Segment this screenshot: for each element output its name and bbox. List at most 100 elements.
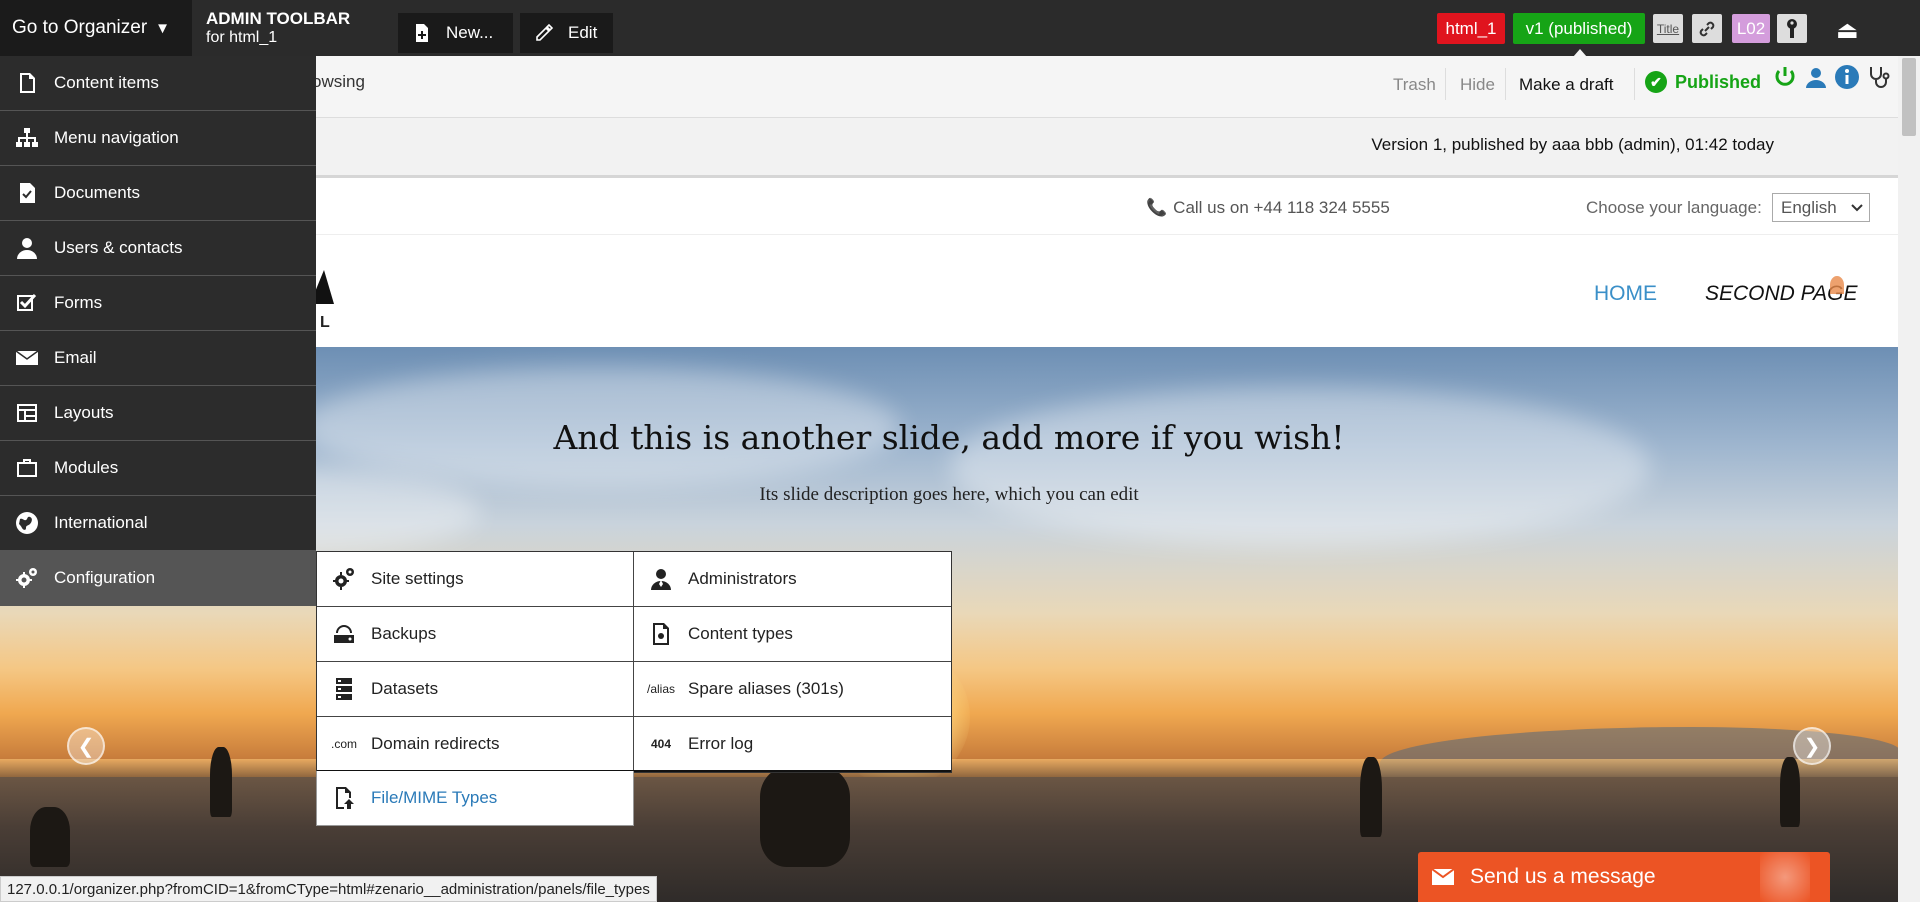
new-document-icon <box>416 24 428 42</box>
send-message-button[interactable]: Send us a message <box>1418 852 1830 902</box>
info-icon[interactable] <box>1834 64 1860 90</box>
send-message-label: Send us a message <box>1470 865 1656 888</box>
button-glow <box>1760 852 1810 902</box>
submenu-spare-aliases[interactable]: /alias Spare aliases (301s) <box>634 662 951 716</box>
content-type-icon <box>653 623 669 645</box>
domain-icon: .com <box>330 736 357 751</box>
key-button[interactable] <box>1777 14 1807 43</box>
submenu-administrators[interactable]: Administrators <box>634 552 951 606</box>
submenu-file-mime-types[interactable]: File/MIME Types <box>316 771 634 826</box>
menu-item-label: Forms <box>54 293 103 312</box>
make-draft-button[interactable]: Make a draft <box>1519 75 1614 95</box>
pencil-icon <box>536 23 554 41</box>
person-silhouette <box>30 807 70 867</box>
submenu-backups[interactable]: Backups <box>317 607 634 661</box>
menu-item-label: Configuration <box>54 568 156 587</box>
version-status-tag[interactable]: v1 (published) <box>1513 13 1645 44</box>
slide-next-button[interactable]: ❯ <box>1793 727 1831 765</box>
menu-item-configuration[interactable]: Configuration <box>0 551 316 606</box>
menu-item-label: Users & contacts <box>54 238 183 257</box>
menu-item-label: Menu navigation <box>54 128 179 147</box>
menu-item-international[interactable]: International <box>0 496 316 551</box>
menu-item-label: Modules <box>54 458 119 477</box>
version-info: Version 1, published by aaa bbb (admin),… <box>1371 135 1774 154</box>
menu-item-modules[interactable]: Modules <box>0 441 316 496</box>
call-us-info: 📞 Call us on +44 118 324 5555 <box>1146 198 1390 218</box>
menu-item-documents[interactable]: Documents <box>0 166 316 221</box>
title-button[interactable]: Title <box>1653 14 1683 43</box>
submenu-site-settings[interactable]: Site settings <box>317 552 634 606</box>
site-logo-letter: L <box>320 314 330 331</box>
submenu-error-log[interactable]: 404 Error log <box>634 717 951 770</box>
dropdown-arrow-icon: ▼ <box>155 19 171 37</box>
content-item-tag[interactable]: html_1 <box>1437 13 1505 44</box>
nav-home-link[interactable]: HOME <box>1594 282 1657 306</box>
submenu-label: Site settings <box>371 569 464 588</box>
key-icon <box>1787 18 1797 38</box>
error-404-icon: 404 <box>650 736 672 751</box>
gears-icon <box>16 568 37 588</box>
edit-button[interactable]: Edit <box>520 13 613 53</box>
menu-item-email[interactable]: Email <box>0 331 316 386</box>
stethoscope-icon[interactable] <box>1866 64 1892 90</box>
edit-marker-icon <box>1830 276 1844 294</box>
layout-tag[interactable]: L02 <box>1732 14 1770 43</box>
gears-icon <box>333 568 354 590</box>
skater-silhouette <box>760 767 850 867</box>
submenu-row: Datasets /alias Spare aliases (301s) <box>317 662 951 717</box>
published-label: Published <box>1675 71 1762 92</box>
power-icon[interactable] <box>1772 64 1798 90</box>
divider <box>1634 68 1635 100</box>
link-icon <box>1699 21 1715 36</box>
person-silhouette <box>1780 757 1800 827</box>
submenu-label: Content types <box>688 624 793 643</box>
configuration-submenu: Site settings Administrators Backups Con… <box>316 551 952 773</box>
sitemap-icon <box>16 128 38 147</box>
submenu-label: Backups <box>371 624 437 643</box>
menu-item-label: Email <box>54 348 97 367</box>
submenu-label: Spare aliases (301s) <box>688 679 844 698</box>
scrollbar-thumb[interactable] <box>1902 58 1916 136</box>
submenu-row: Backups Content types <box>317 607 951 662</box>
status-bar-url: 127.0.0.1/organizer.php?fromCID=1&fromCT… <box>0 876 657 902</box>
file-upload-icon <box>336 787 354 809</box>
submenu-content-types[interactable]: Content types <box>634 607 951 661</box>
language-value: English <box>1781 197 1837 217</box>
cloud <box>950 387 1650 547</box>
divider <box>1445 68 1446 100</box>
call-us-text: Call us on +44 118 324 5555 <box>1173 198 1390 217</box>
go-to-organizer-label: Go to Organizer <box>12 17 148 38</box>
organizer-menu: Content items Menu navigation Documents … <box>0 56 316 606</box>
new-label: New... <box>446 23 494 42</box>
menu-item-label: International <box>54 513 148 532</box>
menu-item-forms[interactable]: Forms <box>0 276 316 331</box>
language-select[interactable]: English <box>1772 193 1870 222</box>
vertical-scrollbar[interactable] <box>1898 56 1920 902</box>
administrator-icon <box>651 569 671 590</box>
link-button[interactable] <box>1692 14 1722 43</box>
user-permissions-icon[interactable] <box>1803 64 1829 90</box>
submenu-row: .com Domain redirects 404 Error log <box>317 717 951 772</box>
submenu-row: Site settings Administrators <box>317 552 951 607</box>
browsing-tab-label[interactable]: owsing <box>312 72 365 92</box>
go-to-organizer-button[interactable]: Go to Organizer ▼ <box>0 0 192 56</box>
checkbox-icon <box>17 293 37 311</box>
menu-item-label: Content items <box>54 73 159 92</box>
backup-drive-icon <box>334 625 354 643</box>
submenu-domain-redirects[interactable]: .com Domain redirects <box>317 717 634 770</box>
menu-item-layouts[interactable]: Layouts <box>0 386 316 441</box>
published-status: ✔ Published <box>1645 71 1761 93</box>
alias-icon: /alias <box>646 682 675 696</box>
menu-item-content-items[interactable]: Content items <box>0 56 316 111</box>
envelope-icon <box>15 350 39 365</box>
trash-button[interactable]: Trash <box>1393 75 1436 95</box>
eject-icon[interactable]: ⏏ <box>1836 16 1859 45</box>
submenu-datasets[interactable]: Datasets <box>317 662 634 716</box>
new-button[interactable]: New... <box>398 13 513 53</box>
hide-button[interactable]: Hide <box>1460 75 1495 95</box>
slide-prev-button[interactable]: ❮ <box>67 727 105 765</box>
menu-item-menu-navigation[interactable]: Menu navigation <box>0 111 316 166</box>
menu-item-users-contacts[interactable]: Users & contacts <box>0 221 316 276</box>
chevron-down-icon <box>1851 203 1863 211</box>
submenu-label: Error log <box>688 733 754 753</box>
